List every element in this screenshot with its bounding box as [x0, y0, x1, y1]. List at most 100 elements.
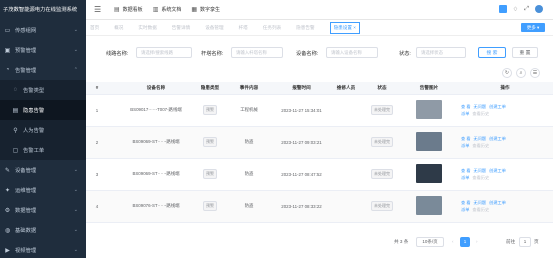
assign-button[interactable]: 派单 — [461, 175, 469, 180]
alarm-thumbnail[interactable] — [416, 164, 442, 183]
header-link-twin[interactable]: ▦ 数字孪生 — [191, 6, 220, 13]
assign-button[interactable]: 派单 — [461, 207, 469, 212]
tab-hazard[interactable]: 隐患告警 — [296, 25, 314, 31]
sidebar-item-alarm-type[interactable]: ◌ 告警类型 — [0, 80, 86, 100]
table-row: 1 BS09017·····-T007-路线端 预警 工程机械 2023-11-27 1… — [86, 94, 553, 127]
tab-realtime[interactable]: 实时数据 — [138, 25, 156, 31]
view-button[interactable]: 查 看 — [461, 104, 471, 109]
sidebar-item-data[interactable]: ⚙ 数据管理 ⌄ — [0, 200, 86, 220]
tab-home[interactable]: 首页 — [90, 25, 99, 31]
no-problem-button[interactable]: 无问题 — [474, 136, 487, 141]
assign-button[interactable]: 派单 — [461, 111, 469, 116]
row-checkbox[interactable] — [108, 126, 116, 159]
next-page-icon[interactable]: › — [476, 239, 478, 244]
alarm-thumbnail[interactable] — [416, 132, 442, 151]
create-order-button[interactable]: 创建工单 — [489, 104, 506, 109]
avatar[interactable] — [535, 5, 543, 13]
history-button[interactable]: 查看历史 — [472, 143, 489, 148]
row-repair — [329, 94, 363, 127]
theme-icon[interactable] — [498, 5, 507, 13]
sidebar-item-warning[interactable]: ▣ 预警管理 ⌄ — [0, 40, 86, 60]
page-number-current[interactable]: 1 — [460, 237, 470, 247]
reset-button[interactable]: 重 置 — [512, 47, 538, 58]
goto-label: 前往 — [506, 239, 516, 244]
row-actions: 查 看无问题 创建工单派单 查看历史 — [457, 126, 553, 159]
history-button[interactable]: 查看历史 — [472, 207, 489, 212]
sidebar-item-ops[interactable]: ✦ 运维管理 ⌄ — [0, 180, 86, 200]
tab-device[interactable]: 设备管理 — [205, 25, 223, 31]
monitor-icon: ▭ — [4, 27, 11, 34]
type-badge: 预警 — [203, 201, 217, 211]
filter-bar: 线路名称: 请选择/搜索线路 杆塔名称: 请输入杆塔名称 设备名称: 请输入设备… — [86, 36, 553, 64]
sidebar-item-alarm[interactable]: ◔ 告警管理 ⌃ — [0, 60, 86, 80]
sidebar-item-video[interactable]: ▶ 视频管理 ⌄ — [0, 240, 86, 258]
col-type: 隐患类型 — [196, 82, 224, 95]
alarm-thumbnail[interactable] — [416, 100, 442, 119]
col-actions: 操作 — [457, 82, 553, 95]
assign-button[interactable]: 派单 — [461, 143, 469, 148]
row-checkbox[interactable] — [108, 190, 116, 223]
sidebar-item-basic-data[interactable]: ◍ 基础数据 ⌄ — [0, 220, 86, 240]
header-link-dashboard[interactable]: ▤ 数据看板 — [114, 6, 143, 13]
tab-overview[interactable]: 概况 — [114, 25, 123, 31]
row-time: 2023-11-27 09:03:21 — [274, 126, 329, 159]
view-button[interactable]: 查 看 — [461, 168, 471, 173]
alarm-thumbnail[interactable] — [416, 196, 442, 215]
no-problem-button[interactable]: 无问题 — [474, 168, 487, 173]
tab-hazard-settings[interactable]: 隐患设置 × — [329, 21, 360, 34]
type-badge: 预警 — [203, 169, 217, 179]
refresh-icon[interactable]: ↻ — [502, 68, 512, 78]
tab-tower[interactable]: 杆塔 — [239, 25, 248, 31]
row-checkbox[interactable] — [108, 94, 116, 127]
view-button[interactable]: 查 看 — [461, 136, 471, 141]
create-order-button[interactable]: 创建工单 — [489, 168, 506, 173]
tower-input[interactable]: 请输入杆塔名称 — [231, 47, 283, 58]
row-repair — [329, 190, 363, 223]
sidebar-item-alarm-order[interactable]: ▢ 告警工单 — [0, 140, 86, 160]
chevron-down-icon: ⌄ — [73, 27, 78, 33]
search-icon[interactable]: ⌕ — [516, 68, 526, 78]
status-badge: 未处理完 — [371, 201, 393, 211]
history-button[interactable]: 查看历史 — [472, 111, 489, 116]
globe-icon: ◍ — [4, 227, 11, 234]
create-order-button[interactable]: 创建工单 — [489, 136, 506, 141]
no-problem-button[interactable]: 无问题 — [474, 104, 487, 109]
line-select[interactable]: 请选择/搜索线路 — [136, 47, 192, 58]
row-image — [401, 190, 457, 223]
sidebar-item-device[interactable]: ✎ 设备管理 ⌄ — [0, 160, 86, 180]
status-select[interactable]: 请选择状态 — [416, 47, 466, 58]
menu-toggle-icon[interactable]: ☰ — [94, 5, 104, 14]
page-size-select[interactable]: 10条/页 — [416, 237, 444, 247]
tabs-more-button[interactable]: 更多 ▾ — [521, 23, 545, 32]
device-icon: ✎ — [4, 167, 11, 174]
create-order-button[interactable]: 创建工单 — [489, 200, 506, 205]
tab-alarm-detail[interactable]: 告警详情 — [172, 25, 190, 31]
alarm-type-icon: ◌ — [13, 87, 18, 93]
columns-icon[interactable]: ☰ — [530, 68, 540, 78]
history-button[interactable]: 查看历史 — [472, 175, 489, 180]
sidebar-item-sensor-network[interactable]: ▭ 传感组网 ⌄ — [0, 20, 86, 40]
device-input[interactable]: 请输入设备名称 — [326, 47, 378, 58]
sidebar-item-hazard-alarm[interactable]: ▤ 隐患告警 — [0, 100, 86, 120]
no-problem-button[interactable]: 无问题 — [474, 200, 487, 205]
sidebar-item-human-alarm[interactable]: ⚲ 人为告警 — [0, 120, 86, 140]
view-button[interactable]: 查 看 — [461, 200, 471, 205]
device-label: 设备名称: — [296, 51, 319, 57]
sidebar-submenu-alarm: ◌ 告警类型 ▤ 隐患告警 ⚲ 人为告警 ▢ 告警工单 — [0, 80, 86, 160]
chevron-down-icon: ⌄ — [73, 247, 78, 253]
goto-input[interactable]: 1 — [519, 237, 531, 247]
page-suffix: 页 — [534, 239, 539, 244]
tab-tasks[interactable]: 任务列表 — [263, 25, 281, 31]
hazard-icon: ▤ — [12, 107, 19, 114]
row-time: 2023-11-27 08:33:22 — [274, 190, 329, 223]
tower-label: 杆塔名称: — [201, 51, 224, 57]
prev-page-icon[interactable]: ‹ — [452, 239, 454, 244]
search-button[interactable]: 搜 索 — [478, 47, 506, 58]
row-event: 防盗 — [224, 190, 274, 223]
row-checkbox[interactable] — [108, 158, 116, 191]
header-link-docs[interactable]: ▥ 系统文档 — [153, 6, 182, 13]
fullscreen-icon[interactable]: ⤢ — [524, 6, 529, 13]
col-image: 告警图片 — [401, 82, 457, 95]
col-time: 报警时间 — [274, 82, 329, 95]
notification-icon[interactable]: ♢ — [513, 6, 518, 13]
